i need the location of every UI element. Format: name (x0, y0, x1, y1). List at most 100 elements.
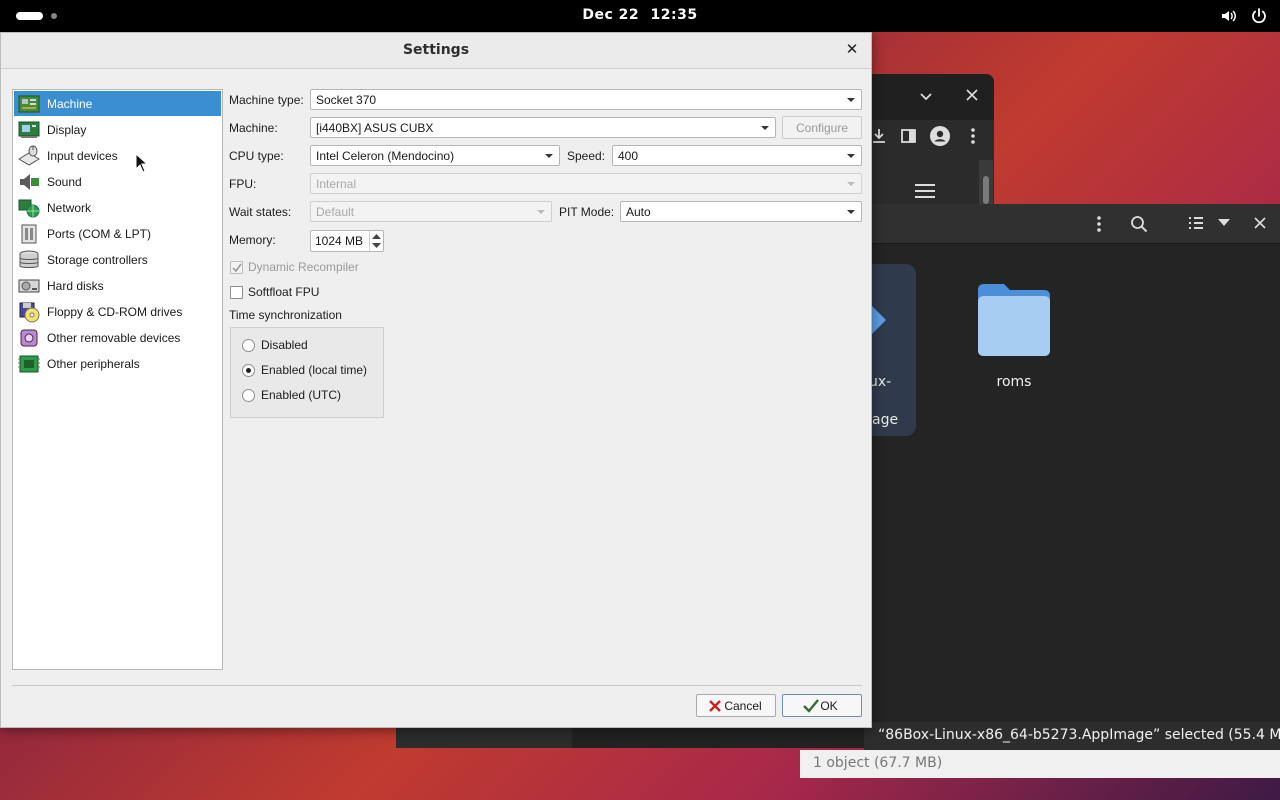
machine-type-label: Machine type: (229, 93, 304, 107)
spin-up-icon[interactable] (372, 233, 381, 240)
hamburger-menu-icon[interactable] (914, 183, 936, 199)
chevron-down-icon[interactable] (919, 90, 933, 104)
time-sync-label: Time synchronization (229, 308, 342, 322)
sidebar-icon[interactable] (901, 129, 916, 143)
close-icon[interactable] (966, 89, 978, 101)
chevron-down-icon (537, 210, 545, 214)
peripherals-icon (18, 355, 40, 372)
chevron-down-icon[interactable] (1218, 219, 1230, 227)
ok-button[interactable]: OK (782, 694, 862, 717)
time-sync-group: Disabled Enabled (local time) Enabled (U… (230, 327, 384, 418)
checkmark-icon (232, 263, 242, 273)
memory-spinbox[interactable]: 1024 MB (310, 230, 384, 252)
time-sync-disabled-radio[interactable] (242, 339, 255, 352)
spin-down-icon[interactable] (372, 242, 381, 249)
dynamic-recompiler-label: Dynamic Recompiler (248, 260, 359, 274)
storage-icon (19, 250, 39, 268)
category-item-storage-controllers[interactable]: Storage controllers (14, 247, 221, 272)
category-list[interactable]: Machine Display Input devices Sound Netw… (12, 89, 223, 670)
dialog-title: Settings (402, 42, 470, 58)
download-icon[interactable] (872, 128, 886, 144)
cancel-button[interactable]: Cancel (696, 694, 776, 717)
dialog-titlebar[interactable]: Settings ✕ (1, 33, 871, 69)
category-item-other-peripherals[interactable]: Other peripherals (14, 351, 221, 376)
cpu-type-label: CPU type: (229, 149, 284, 163)
object-count-status: 1 object (67.7 MB) (800, 750, 1280, 778)
chevron-down-icon (847, 182, 855, 186)
list-view-icon[interactable] (1188, 216, 1204, 230)
category-label: Sound (47, 174, 82, 189)
category-item-floppy-cdrom[interactable]: Floppy & CD-ROM drives (14, 299, 221, 324)
profile-icon[interactable] (930, 126, 950, 146)
spin-arrows[interactable] (369, 231, 383, 251)
folder-icon[interactable] (974, 278, 1054, 360)
fpu-select[interactable]: Internal (310, 173, 862, 194)
floppy-cdrom-icon (19, 302, 40, 322)
category-item-sound[interactable]: Sound (14, 169, 221, 194)
settings-dialog: Settings ✕ Machine Display Input devices… (0, 32, 872, 728)
background-browser-window[interactable] (872, 74, 994, 206)
memory-value: 1024 MB (315, 234, 364, 248)
removable-icon (20, 329, 38, 346)
category-item-network[interactable]: Network (14, 195, 221, 220)
fpu-label: FPU: (229, 177, 257, 191)
folder-name[interactable]: roms (974, 374, 1054, 390)
volume-icon[interactable] (1220, 7, 1238, 25)
pit-mode-select[interactable]: Auto (620, 201, 862, 222)
more-vertical-icon[interactable] (1096, 215, 1102, 233)
speed-select[interactable]: 400 (612, 145, 862, 166)
clock[interactable]: Dec 22 12:35 (0, 7, 1280, 23)
scrollbar-thumb[interactable] (983, 176, 989, 204)
machine-type-value: Socket 370 (316, 93, 377, 107)
machine-type-select[interactable]: Socket 370 (310, 89, 862, 110)
machine-select[interactable]: [i440BX] ASUS CUBX (310, 117, 776, 138)
category-label: Storage controllers (47, 252, 148, 267)
files-header-bar (872, 204, 1280, 244)
power-icon[interactable] (1250, 7, 1268, 25)
wait-states-select[interactable]: Default (310, 201, 552, 222)
motherboard-icon (18, 95, 40, 112)
ok-label: OK (820, 699, 838, 713)
chevron-down-icon (847, 98, 855, 102)
memory-label: Memory: (229, 233, 276, 247)
time-sync-option-label: Enabled (UTC) (261, 388, 342, 402)
selection-status: “86Box-Linux-x86_64-b5273.AppImage” sele… (864, 722, 1280, 750)
wait-states-label: Wait states: (229, 205, 292, 219)
category-item-hard-disks[interactable]: Hard disks (14, 273, 221, 298)
category-item-ports[interactable]: Ports (COM & LPT) (14, 221, 221, 246)
category-item-input-devices[interactable]: Input devices (14, 143, 221, 168)
pit-mode-value: Auto (626, 205, 651, 219)
system-tray[interactable] (1220, 7, 1268, 25)
cpu-type-select[interactable]: Intel Celeron (Mendocino) (310, 145, 560, 166)
category-label: Floppy & CD-ROM drives (47, 304, 183, 319)
close-icon[interactable]: ✕ (843, 41, 861, 59)
display-icon (18, 121, 40, 138)
browser-tab-bar (872, 74, 994, 120)
chevron-down-icon (545, 154, 553, 158)
cancel-icon (709, 700, 721, 712)
close-icon[interactable] (1254, 217, 1266, 229)
files-window[interactable]: ux- age roms (869, 204, 1280, 750)
category-item-display[interactable]: Display (14, 117, 221, 142)
input-devices-icon (18, 145, 40, 166)
file-name-line: age (872, 412, 899, 428)
ports-icon (21, 224, 37, 243)
category-label: Ports (COM & LPT) (47, 226, 152, 241)
category-item-other-removable[interactable]: Other removable devices (14, 325, 221, 350)
speed-label: Speed: (567, 149, 606, 163)
time-sync-option-label: Disabled (261, 338, 308, 352)
mouse-cursor-icon (135, 153, 147, 173)
hard-disk-icon (18, 279, 40, 292)
divider (12, 685, 862, 686)
dynamic-recompiler-checkbox[interactable] (230, 261, 243, 274)
more-vertical-icon[interactable] (970, 127, 976, 145)
configure-button[interactable]: Configure (782, 116, 862, 139)
time-sync-utc-radio[interactable] (242, 389, 255, 402)
time-sync-local-radio[interactable] (242, 364, 255, 377)
softfloat-fpu-checkbox[interactable] (230, 286, 243, 299)
network-icon (18, 199, 40, 217)
sound-icon (20, 173, 39, 190)
search-icon[interactable] (1130, 215, 1148, 233)
file-item-selected[interactable]: ux- age (869, 264, 916, 436)
category-item-machine[interactable]: Machine (14, 91, 221, 116)
